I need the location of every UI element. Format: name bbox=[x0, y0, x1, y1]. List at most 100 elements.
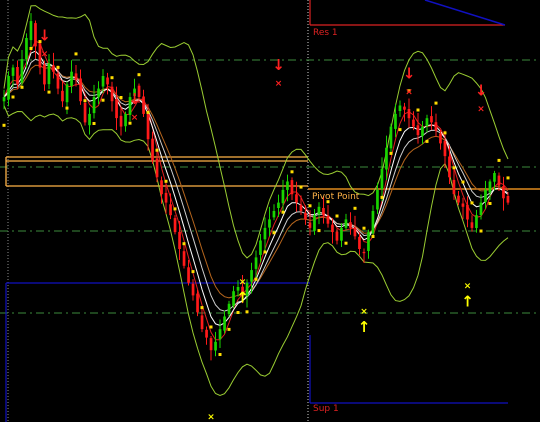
candle-body bbox=[475, 215, 478, 228]
dot-marker bbox=[272, 231, 276, 235]
candle-body bbox=[34, 23, 37, 47]
candle-body bbox=[56, 73, 60, 89]
dot-marker bbox=[155, 148, 159, 152]
candle-body bbox=[412, 119, 415, 127]
up-x-marker: × bbox=[360, 307, 368, 317]
candle-body bbox=[191, 283, 195, 296]
candle-body bbox=[173, 218, 177, 233]
candle-body bbox=[155, 158, 159, 178]
candle-body bbox=[272, 211, 276, 218]
candle-body bbox=[439, 133, 442, 144]
up-x-marker: × bbox=[464, 282, 472, 292]
dot-marker bbox=[74, 52, 78, 56]
candle-body bbox=[385, 147, 388, 170]
candle-body bbox=[196, 293, 199, 313]
candle-body bbox=[218, 329, 222, 340]
dot-marker bbox=[2, 123, 6, 127]
candle-body bbox=[488, 181, 492, 193]
dot-marker bbox=[416, 108, 420, 112]
up-x-marker: × bbox=[239, 278, 247, 288]
dot-marker bbox=[479, 229, 483, 233]
candle-body bbox=[407, 109, 411, 119]
down-arrow-marker: ↓ bbox=[128, 90, 141, 108]
candle-body bbox=[214, 341, 217, 351]
dot-marker bbox=[146, 110, 150, 114]
dot-marker bbox=[11, 95, 15, 99]
candle-body bbox=[83, 103, 87, 123]
down-arrow-marker: ↓ bbox=[272, 56, 285, 74]
candle-body bbox=[398, 105, 402, 111]
candle-body bbox=[106, 77, 109, 85]
dot-marker bbox=[209, 325, 213, 329]
dot-marker bbox=[191, 270, 195, 274]
res1-label: Res 1 bbox=[313, 28, 338, 38]
candle-body bbox=[484, 189, 487, 202]
candle-body bbox=[61, 90, 64, 102]
dot-marker bbox=[254, 277, 258, 281]
candle-body bbox=[506, 196, 510, 203]
candle-body bbox=[344, 219, 348, 228]
candle-body bbox=[322, 208, 325, 216]
sup1-label: Sup 1 bbox=[313, 404, 339, 414]
candle-body bbox=[232, 291, 235, 306]
dot-marker bbox=[245, 310, 249, 314]
candle-body bbox=[470, 222, 474, 228]
candle-body bbox=[421, 126, 424, 137]
down-arrow-marker: ↓ bbox=[475, 82, 488, 100]
dot-marker bbox=[164, 179, 168, 183]
dot-marker bbox=[200, 306, 204, 310]
candle-body bbox=[389, 126, 393, 149]
dot-marker bbox=[443, 131, 447, 135]
dot-marker bbox=[470, 201, 474, 205]
dot-marker bbox=[29, 47, 33, 50]
candle-body bbox=[250, 270, 253, 282]
candle-body bbox=[88, 113, 91, 126]
candle-body bbox=[70, 71, 73, 86]
candle-body bbox=[101, 76, 105, 87]
candle-body bbox=[497, 175, 501, 186]
dot-marker bbox=[56, 65, 60, 69]
candle-body bbox=[227, 303, 231, 314]
candle-body bbox=[452, 179, 456, 195]
candle-body bbox=[74, 73, 78, 81]
candle-body bbox=[187, 267, 190, 283]
dot-marker bbox=[65, 106, 69, 110]
dot-marker bbox=[92, 122, 96, 125]
candle-body bbox=[268, 219, 271, 228]
dot-marker bbox=[173, 207, 177, 211]
down-x-marker: × bbox=[405, 88, 413, 98]
candle-body bbox=[434, 122, 438, 131]
dot-marker bbox=[434, 101, 438, 105]
candle-body bbox=[416, 125, 420, 136]
candle-body bbox=[358, 236, 361, 249]
bollinger-upper-band bbox=[3, 5, 509, 259]
candle-body bbox=[124, 113, 127, 127]
dot-marker bbox=[299, 185, 303, 189]
up-arrow-marker: ↑ bbox=[358, 318, 371, 336]
candle-body bbox=[353, 227, 357, 237]
candle-body bbox=[286, 181, 289, 190]
candle-body bbox=[295, 194, 298, 203]
candle-body bbox=[142, 96, 145, 114]
candle-body bbox=[304, 212, 307, 220]
candle-body bbox=[115, 99, 118, 119]
candle-body bbox=[259, 240, 262, 255]
dot-marker bbox=[461, 180, 465, 184]
blue-trend-line bbox=[424, 0, 506, 26]
up-x-marker: × bbox=[207, 413, 215, 422]
candle-body bbox=[317, 206, 321, 215]
dot-marker bbox=[47, 90, 51, 94]
candle-body bbox=[119, 115, 123, 127]
candle-body bbox=[263, 227, 267, 240]
dot-marker bbox=[488, 202, 492, 205]
dot-marker bbox=[227, 327, 231, 331]
candle-body bbox=[403, 106, 406, 110]
candle-body bbox=[209, 338, 213, 351]
dot-marker bbox=[452, 166, 456, 170]
dot-marker bbox=[218, 353, 222, 356]
candle-body bbox=[277, 202, 280, 208]
candle-body bbox=[47, 63, 51, 85]
dot-marker bbox=[317, 229, 321, 233]
candle-body bbox=[313, 215, 316, 231]
pivot-point-label: Pivot Point bbox=[312, 192, 360, 202]
